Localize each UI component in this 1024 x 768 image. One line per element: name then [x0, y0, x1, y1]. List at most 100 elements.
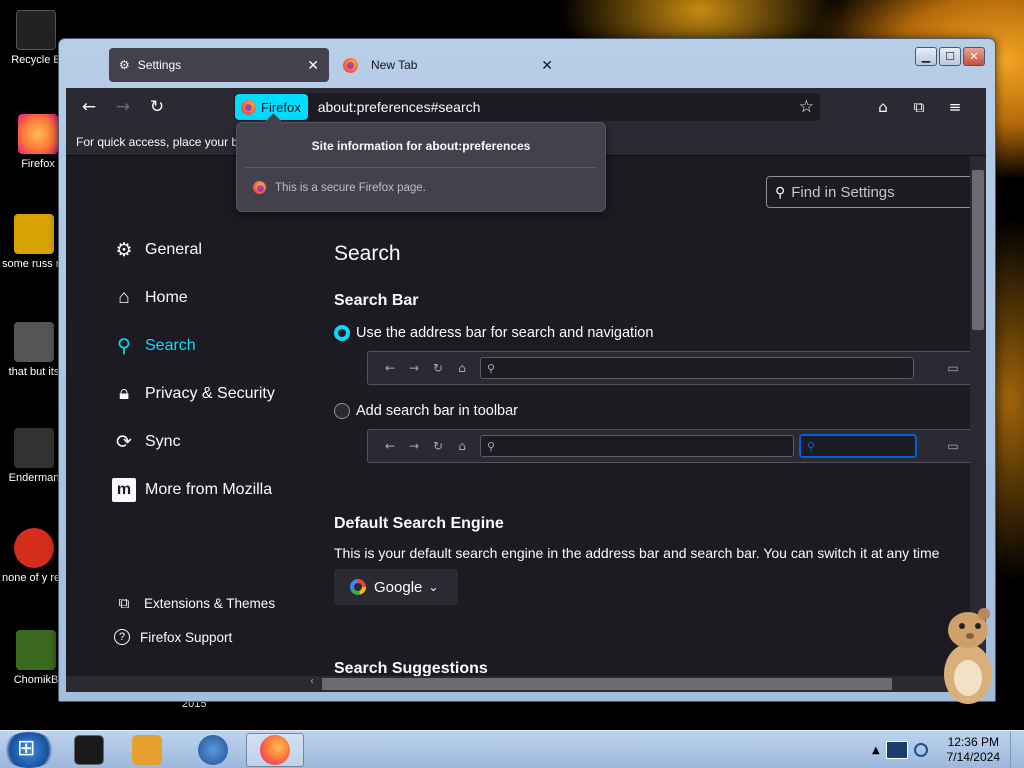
radio-button-unchecked[interactable] [334, 403, 350, 419]
home-icon: ⌂ [118, 287, 130, 308]
network-icon[interactable] [885, 741, 908, 759]
url-text[interactable]: about:preferences#search [318, 99, 799, 115]
forward-button[interactable]: → [106, 92, 140, 122]
desktop-icon-video-1[interactable]: some russ ran a ra [2, 214, 66, 270]
menu-icon[interactable]: ≡ [940, 92, 970, 122]
tab-new-tab[interactable]: New Tab ✕ [337, 48, 559, 82]
forward-arrow-icon: → [408, 361, 420, 375]
back-arrow-icon: ← [384, 361, 396, 375]
close-tab-new-tab-button[interactable]: ✕ [541, 57, 553, 74]
find-in-settings-input[interactable]: ⚲ Find in Settings [766, 176, 986, 208]
help-icon: ? [114, 629, 130, 645]
search-icon: ⚲ [117, 335, 131, 357]
default-engine-dropdown[interactable]: Google ⌄ [334, 569, 458, 605]
close-tab-settings-button[interactable]: ✕ [307, 57, 319, 74]
clock-tray-icon[interactable] [913, 743, 928, 757]
preview-url-field: ⚲ [480, 357, 914, 379]
search-bar-heading: Search Bar [334, 292, 419, 309]
taskbar-item-media-player[interactable] [118, 733, 176, 767]
reload-icon: ↻ [432, 439, 444, 453]
bookmark-star-icon[interactable]: ☆ [799, 97, 814, 117]
toolbar-right-buttons: ⌂ ⧉ ≡ [868, 92, 970, 122]
radio-address-bar[interactable]: Use the address bar for search and navig… [334, 325, 653, 341]
desktop-icon-enderman[interactable]: Enderman [2, 428, 66, 484]
firefox-icon [253, 181, 266, 194]
recycle-bin-icon [16, 10, 56, 50]
preview-address-bar-toolbar: ← → ↻ ⌂ ⚲ ▭» [367, 351, 986, 385]
reload-button[interactable]: ↻ [140, 92, 174, 122]
taskbar-item-terminal[interactable] [60, 733, 118, 767]
firefox-icon [241, 99, 256, 115]
category-general[interactable]: ⚙ General [112, 238, 201, 262]
close-window-button[interactable]: ✕ [963, 47, 985, 66]
terminal-icon [74, 735, 104, 765]
horizontal-scrollbar[interactable]: ‹ [66, 676, 970, 692]
page-title: Search [334, 242, 401, 265]
desktop-icon-video-2[interactable]: that but its [2, 322, 66, 378]
search-icon: ⚲ [487, 361, 496, 375]
sidebar-icon: ▭ [947, 439, 959, 453]
file-icon [14, 322, 54, 362]
globe-icon [198, 735, 228, 765]
site-information-popup: Site information for about:preferences T… [236, 122, 606, 212]
address-bar[interactable]: Firefox about:preferences#search ☆ [234, 93, 820, 121]
image-file-icon [16, 630, 56, 670]
lock-icon: 🔒︎ [118, 383, 130, 404]
google-icon [350, 579, 366, 595]
app-icon [14, 428, 54, 468]
scrollbar-thumb[interactable] [322, 678, 892, 690]
gear-icon: ⚙ [115, 239, 133, 261]
window-controls: ▁ ☐ ✕ [915, 47, 985, 66]
category-privacy[interactable]: 🔒︎ Privacy & Security [112, 382, 275, 406]
default-engine-description: This is your default search engine in th… [334, 545, 940, 561]
video-file-icon [14, 214, 54, 254]
firefox-icon [343, 57, 358, 73]
sidebar-icon: ▭ [947, 361, 959, 375]
extensions-icon[interactable]: ⧉ [904, 92, 934, 122]
popup-title: Site information for about:preferences [311, 139, 531, 153]
hamster-image [944, 608, 992, 704]
radio-button-checked[interactable] [334, 325, 350, 341]
popup-secure-row: This is a secure Firefox page. [253, 181, 426, 194]
preview-search-bar-toolbar: ← → ↻ ⌂ ⚲ ⚲ ▭» [367, 429, 986, 463]
media-player-icon [132, 735, 162, 765]
taskbar: ▲ 12:36 PM 7/14/2024 [0, 730, 1024, 768]
scrollbar-thumb[interactable] [972, 170, 984, 330]
preview-search-field: ⚲ [800, 435, 916, 457]
tray-expand-icon[interactable]: ▲ [872, 745, 880, 756]
mozilla-icon: m [112, 478, 136, 502]
home-icon: ⌂ [458, 361, 466, 375]
reload-icon: ↻ [432, 361, 444, 375]
category-sync[interactable]: ⟳ Sync [112, 430, 181, 454]
forward-arrow-icon: → [408, 439, 420, 453]
category-home[interactable]: ⌂ Home [112, 286, 187, 310]
chevron-down-icon: ⌄ [428, 580, 439, 594]
app-icon [14, 528, 54, 568]
system-tray: ▲ [868, 731, 938, 768]
pocket-icon[interactable]: ⌂ [868, 92, 898, 122]
taskbar-item-globe[interactable] [184, 733, 242, 767]
extensions-themes-link[interactable]: ⧉ Extensions & Themes [114, 591, 275, 615]
show-desktop-button[interactable] [1010, 731, 1024, 768]
firefox-support-link[interactable]: ? Firefox Support [114, 629, 232, 645]
radio-toolbar-search[interactable]: Add search bar in toolbar [334, 403, 518, 419]
back-arrow-icon: ← [384, 439, 396, 453]
search-icon: ⚲ [775, 183, 786, 200]
bookmarks-hint: For quick access, place your bo [76, 135, 245, 149]
search-icon: ⚲ [487, 439, 496, 453]
scroll-left-arrow-icon[interactable]: ‹ [310, 676, 314, 687]
firefox-icon [18, 114, 58, 154]
taskbar-item-firefox[interactable] [246, 733, 304, 767]
desktop-icon-video-3[interactable]: none of y retards kn [2, 528, 66, 584]
category-more-from-mozilla[interactable]: m More from Mozilla [112, 478, 272, 502]
minimize-button[interactable]: ▁ [915, 47, 937, 66]
start-button[interactable] [2, 732, 56, 768]
tab-settings[interactable]: ⚙ Settings ✕ [109, 48, 329, 82]
clock[interactable]: 12:36 PM 7/14/2024 [947, 735, 1000, 765]
navigation-toolbar: ← → ↻ Firefox about:preferences#search ☆… [66, 88, 986, 126]
maximize-button[interactable]: ☐ [939, 47, 961, 66]
category-search[interactable]: ⚲ Search [112, 334, 196, 358]
back-button[interactable]: ← [72, 92, 106, 122]
puzzle-icon: ⧉ [118, 594, 130, 612]
gear-icon: ⚙ [119, 58, 130, 72]
